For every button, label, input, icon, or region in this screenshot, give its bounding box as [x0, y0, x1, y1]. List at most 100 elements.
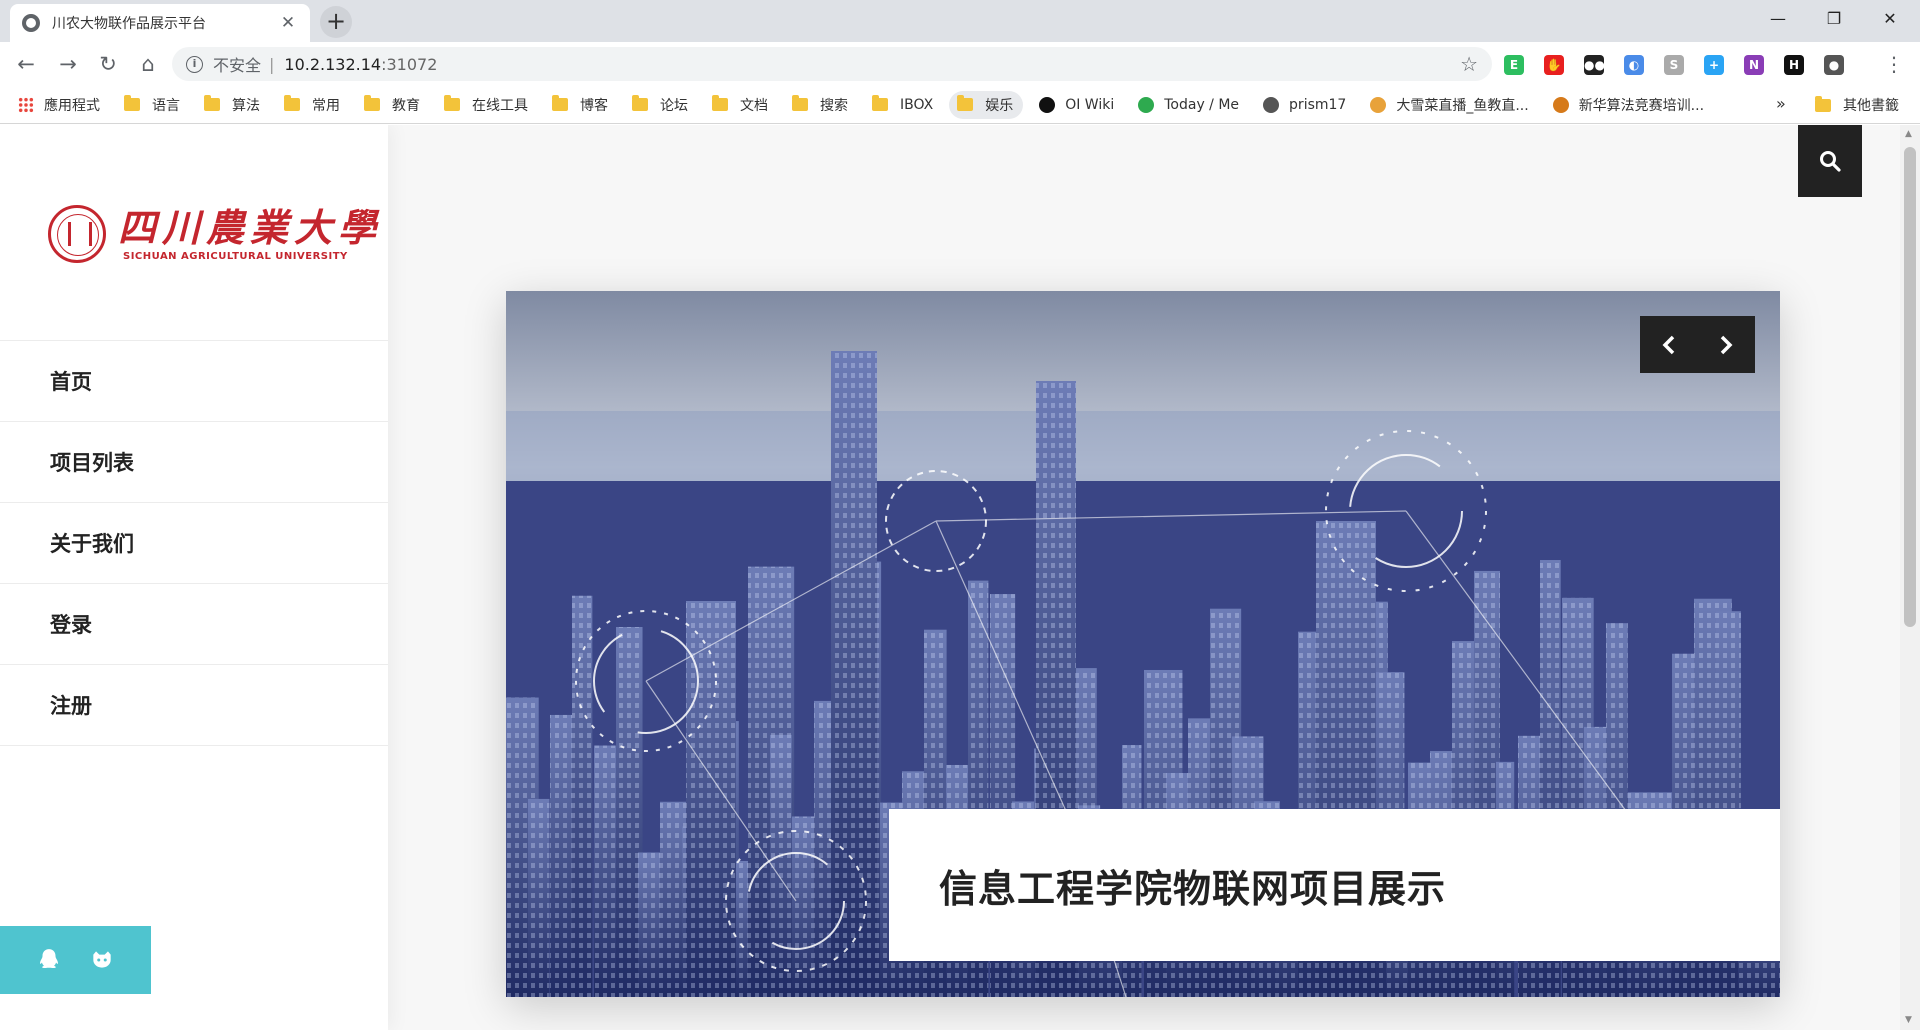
chevron-right-icon — [1721, 335, 1733, 354]
bookmark-item[interactable]: 大雪菜直播_鱼教直... — [1370, 95, 1529, 115]
nav-item-about-us[interactable]: 关于我们 — [0, 503, 388, 584]
bookmark-label: 文档 — [740, 97, 768, 114]
address-host: 10.2.132.14 — [284, 54, 382, 74]
plus-ext-icon[interactable]: + — [1704, 55, 1724, 75]
folder-icon — [284, 95, 300, 111]
nav-item-project-list[interactable]: 项目列表 — [0, 422, 388, 503]
adblock-ext-icon[interactable]: ✋ — [1544, 55, 1564, 75]
bookmark-item[interactable]: 教育 — [364, 95, 420, 115]
window-maximize-button[interactable]: ❐ — [1806, 0, 1862, 38]
address-bar[interactable]: i 不安全 | 10.2.132.14 :31072 ☆ — [172, 47, 1492, 81]
bookmark-label: 教育 — [392, 97, 420, 114]
bookmark-label: 语言 — [152, 97, 180, 114]
bookmark-label: 算法 — [232, 97, 260, 114]
bookmark-label: 常用 — [312, 97, 340, 114]
bookmark-label: IBOX — [900, 96, 934, 113]
browser-tab-active[interactable]: 川农大物联作品展示平台 ✕ — [10, 4, 310, 42]
tab-title: 川农大物联作品展示平台 — [52, 16, 206, 32]
forward-button[interactable]: → — [52, 48, 84, 80]
bookmark-label: 在线工具 — [472, 97, 528, 114]
university-seal-icon — [48, 205, 106, 263]
search-button[interactable] — [1798, 125, 1862, 197]
bookmark-label: prism17 — [1289, 96, 1347, 113]
back-button[interactable]: ← — [10, 48, 42, 80]
slider-prev-button[interactable] — [1640, 316, 1698, 373]
bookmark-item[interactable]: Today / Me — [1138, 96, 1240, 113]
bookmark-item[interactable]: prism17 — [1263, 96, 1347, 113]
bookmark-item[interactable]: 论坛 — [632, 95, 688, 115]
search-icon — [1820, 151, 1841, 172]
qq-icon[interactable] — [36, 947, 62, 973]
bookmark-item[interactable]: 搜索 — [792, 95, 848, 115]
onenote-ext-icon[interactable]: N — [1744, 55, 1764, 75]
nav-item-register[interactable]: 注册 — [0, 665, 388, 746]
bookmark-item[interactable]: OI Wiki — [1039, 96, 1115, 113]
bookmark-item[interactable]: 應用程式 — [18, 95, 100, 115]
reload-button[interactable]: ↻ — [92, 48, 124, 80]
bookmark-item[interactable]: 算法 — [204, 95, 260, 115]
browser-menu-icon[interactable]: ⋮ — [1884, 52, 1904, 76]
bookmarks-overflow-icon[interactable]: » — [1776, 94, 1786, 113]
h-ext-icon[interactable]: H — [1784, 55, 1804, 75]
bookmark-item[interactable]: 娱乐 — [949, 90, 1024, 119]
s-ext-icon[interactable]: S — [1664, 55, 1684, 75]
site-favicon-icon — [1552, 96, 1569, 113]
other-bookmarks-label: 其他書籤 — [1843, 98, 1899, 114]
skyline-windows — [528, 798, 550, 997]
logo-chinese-name: 四川農業大學 — [118, 204, 383, 250]
site-favicon-icon — [1138, 96, 1155, 113]
bookmark-label: 博客 — [580, 97, 608, 114]
scroll-up-arrow-icon[interactable]: ▲ — [1905, 129, 1912, 139]
site-info-icon[interactable]: i — [186, 55, 203, 73]
tab-close-icon[interactable]: ✕ — [278, 13, 298, 33]
new-tab-button[interactable]: + — [320, 6, 352, 38]
tampermonkey-ext-icon[interactable]: ●● — [1584, 55, 1605, 75]
social-links-bar — [0, 926, 151, 994]
home-button[interactable]: ⌂ — [132, 48, 164, 80]
security-status-label: 不安全 — [213, 56, 262, 75]
other-bookmarks-folder[interactable]: 其他書籤 — [1815, 86, 1899, 124]
logo-english-name: SICHUAN AGRICULTURAL UNIVERSITY — [123, 250, 348, 262]
folder-icon — [872, 95, 888, 111]
bookmark-item[interactable]: IBOX — [872, 95, 934, 113]
bookmark-item[interactable]: 新华算法竞赛培训... — [1552, 95, 1704, 115]
bookmark-star-icon[interactable]: ☆ — [1460, 52, 1478, 76]
sidebar: 四川農業大學 SICHUAN AGRICULTURAL UNIVERSITY 首… — [0, 125, 388, 1030]
profile-avatar-icon[interactable]: ● — [1824, 55, 1844, 75]
folder-icon — [792, 95, 808, 111]
apps-grid-icon — [18, 96, 34, 113]
site-favicon-icon — [1370, 96, 1387, 113]
edge-ext-icon[interactable]: ◐ — [1624, 55, 1644, 75]
window-close-button[interactable]: ✕ — [1862, 0, 1918, 38]
site-favicon-icon — [22, 14, 40, 32]
bookmark-label: Today / Me — [1164, 96, 1240, 113]
bookmark-item[interactable]: 博客 — [552, 95, 608, 115]
bookmark-label: OI Wiki — [1065, 96, 1115, 113]
bookmark-item[interactable]: 在线工具 — [444, 95, 528, 115]
skyline-windows — [770, 734, 792, 997]
folder-icon — [957, 95, 974, 111]
folder-icon — [124, 95, 140, 111]
nav-item-login[interactable]: 登录 — [0, 584, 388, 665]
page-scrollbar[interactable]: ▲ ▼ — [1900, 125, 1920, 1030]
window-minimize-button[interactable]: — — [1750, 0, 1806, 38]
address-port: :31072 — [381, 54, 438, 74]
bookmark-item[interactable]: 常用 — [284, 95, 340, 115]
slider-next-button[interactable] — [1698, 316, 1756, 373]
bookmark-label: 娱乐 — [985, 97, 1014, 114]
hero-caption[interactable]: 信息工程学院物联网项目展示 — [889, 809, 1780, 961]
nav-item-home[interactable]: 首页 — [0, 341, 388, 422]
bookmark-item[interactable]: 文档 — [712, 95, 768, 115]
university-logo[interactable]: 四川農業大學 SICHUAN AGRICULTURAL UNIVERSITY — [48, 205, 382, 263]
bookmark-item[interactable]: 语言 — [124, 95, 180, 115]
scroll-down-arrow-icon[interactable]: ▼ — [1905, 1015, 1912, 1025]
bookmark-label: 论坛 — [660, 97, 688, 114]
evernote-ext-icon[interactable]: E — [1504, 55, 1524, 75]
bookmark-label: 應用程式 — [44, 97, 100, 114]
bookmark-label: 搜索 — [820, 97, 848, 114]
browser-toolbar: ← → ↻ ⌂ i 不安全 | 10.2.132.14 :31072 ☆ E ✋ ●… — [0, 42, 1920, 86]
skyscraper-windows — [831, 351, 877, 997]
scrollbar-thumb[interactable] — [1904, 147, 1916, 627]
browser-tab-bar: 川农大物联作品展示平台 ✕ + — ❐ ✕ — [0, 0, 1920, 42]
github-icon[interactable] — [89, 947, 115, 973]
